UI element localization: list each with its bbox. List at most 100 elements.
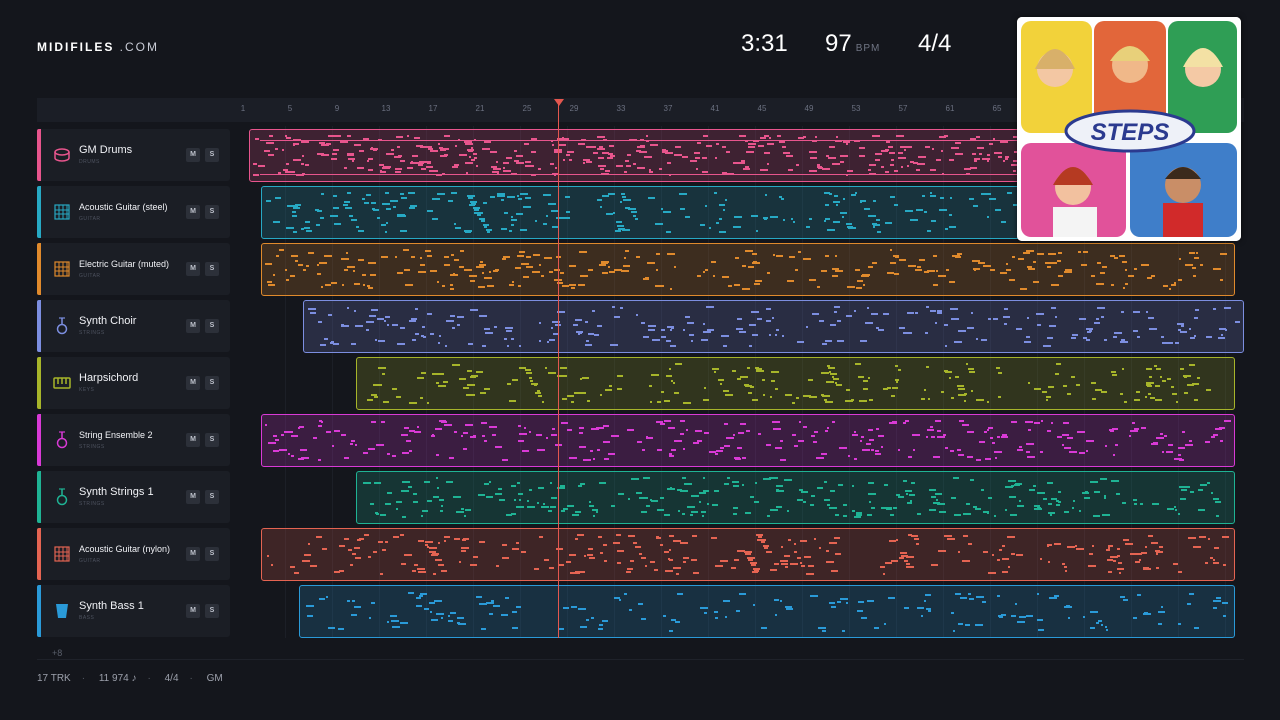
track-header[interactable]: Acoustic Guitar (nylon) GUITAR M S	[37, 528, 230, 580]
mute-button[interactable]: M	[186, 262, 200, 276]
midi-note	[683, 557, 689, 559]
midi-note	[774, 563, 779, 565]
midi-note	[851, 194, 856, 196]
midi-note	[473, 556, 478, 558]
midi-note	[958, 454, 964, 456]
midi-note	[711, 537, 717, 539]
mute-button[interactable]: M	[186, 205, 200, 219]
mute-button[interactable]: M	[186, 433, 200, 447]
midi-note	[863, 388, 868, 390]
mute-button[interactable]: M	[186, 547, 200, 561]
midi-note	[987, 160, 989, 162]
midi-note	[436, 613, 444, 615]
solo-button[interactable]: S	[205, 262, 219, 276]
track-header[interactable]: GM Drums DRUMS M S	[37, 129, 230, 181]
solo-button[interactable]: S	[205, 604, 219, 618]
midi-note	[737, 447, 742, 449]
solo-button[interactable]: S	[205, 433, 219, 447]
midi-note	[432, 218, 438, 220]
midi-region[interactable]	[261, 243, 1235, 296]
midi-note	[344, 201, 350, 203]
solo-button[interactable]: S	[205, 490, 219, 504]
midi-note	[967, 456, 973, 458]
track-header[interactable]: Acoustic Guitar (steel) GUITAR M S	[37, 186, 230, 238]
midi-note	[883, 388, 888, 390]
track-header[interactable]: Harpsichord KEYS M S	[37, 357, 230, 409]
midi-note	[731, 567, 736, 569]
midi-note	[861, 275, 869, 277]
midi-note	[657, 509, 664, 511]
more-tracks-indicator[interactable]: +8	[52, 648, 62, 658]
midi-region[interactable]	[299, 585, 1235, 638]
solo-button[interactable]: S	[205, 148, 219, 162]
playhead[interactable]	[558, 104, 559, 638]
track-header[interactable]: String Ensemble 2 STRINGS M S	[37, 414, 230, 466]
midi-note	[1019, 500, 1021, 502]
midi-note	[884, 484, 888, 486]
midi-note	[932, 148, 934, 150]
midi-note	[1005, 158, 1008, 160]
midi-note	[467, 384, 475, 386]
midi-note	[253, 174, 259, 176]
midi-region[interactable]	[356, 357, 1235, 410]
midi-note	[1115, 444, 1118, 446]
midi-note	[333, 207, 339, 209]
midi-note	[951, 147, 959, 149]
solo-button[interactable]: S	[205, 205, 219, 219]
mute-button[interactable]: M	[186, 490, 200, 504]
track-header[interactable]: Electric Guitar (muted) GUITAR M S	[37, 243, 230, 295]
midi-region[interactable]	[261, 528, 1235, 581]
midi-note	[529, 431, 531, 433]
midi-note	[654, 569, 658, 571]
track-header[interactable]: Synth Choir STRINGS M S	[37, 300, 230, 352]
midi-note	[891, 560, 898, 562]
midi-note	[507, 345, 509, 347]
midi-note	[609, 145, 614, 147]
midi-note	[786, 155, 793, 157]
solo-button[interactable]: S	[205, 319, 219, 333]
midi-note	[1177, 323, 1184, 325]
midi-note	[1000, 272, 1007, 274]
midi-note	[641, 557, 646, 559]
midi-note	[773, 428, 781, 430]
midi-note	[1161, 336, 1164, 338]
midi-note	[1083, 251, 1088, 253]
midi-note	[646, 135, 648, 137]
track-header[interactable]: Synth Strings 1 STRINGS M S	[37, 471, 230, 523]
midi-note	[689, 334, 694, 336]
playhead-marker[interactable]	[554, 99, 564, 106]
midi-note	[298, 264, 303, 266]
mute-button[interactable]: M	[186, 376, 200, 390]
midi-region[interactable]	[261, 414, 1235, 467]
solo-button[interactable]: S	[205, 376, 219, 390]
midi-note	[969, 371, 975, 373]
midi-note	[894, 273, 899, 275]
mute-button[interactable]: M	[186, 319, 200, 333]
midi-note	[571, 401, 574, 403]
midi-note	[1120, 393, 1123, 395]
midi-region[interactable]	[356, 471, 1235, 524]
midi-note	[770, 396, 772, 398]
midi-note	[971, 312, 973, 314]
midi-note	[1027, 317, 1029, 319]
midi-note	[627, 154, 631, 156]
solo-button[interactable]: S	[205, 547, 219, 561]
midi-note	[560, 272, 564, 274]
midi-note	[369, 315, 376, 317]
midi-note	[748, 559, 753, 561]
midi-note	[598, 165, 606, 167]
midi-note	[551, 327, 553, 329]
midi-note	[854, 431, 856, 433]
midi-note	[583, 162, 585, 164]
midi-note	[1083, 616, 1085, 618]
midi-note	[608, 193, 615, 195]
midi-note	[318, 425, 322, 427]
midi-note	[387, 453, 390, 455]
mute-button[interactable]: M	[186, 604, 200, 618]
track-header[interactable]: Synth Bass 1 BASS M S	[37, 585, 230, 637]
mute-button[interactable]: M	[186, 148, 200, 162]
midi-note	[916, 209, 923, 211]
midi-region[interactable]	[303, 300, 1244, 353]
midi-note	[1028, 382, 1030, 384]
midi-note	[649, 171, 653, 173]
